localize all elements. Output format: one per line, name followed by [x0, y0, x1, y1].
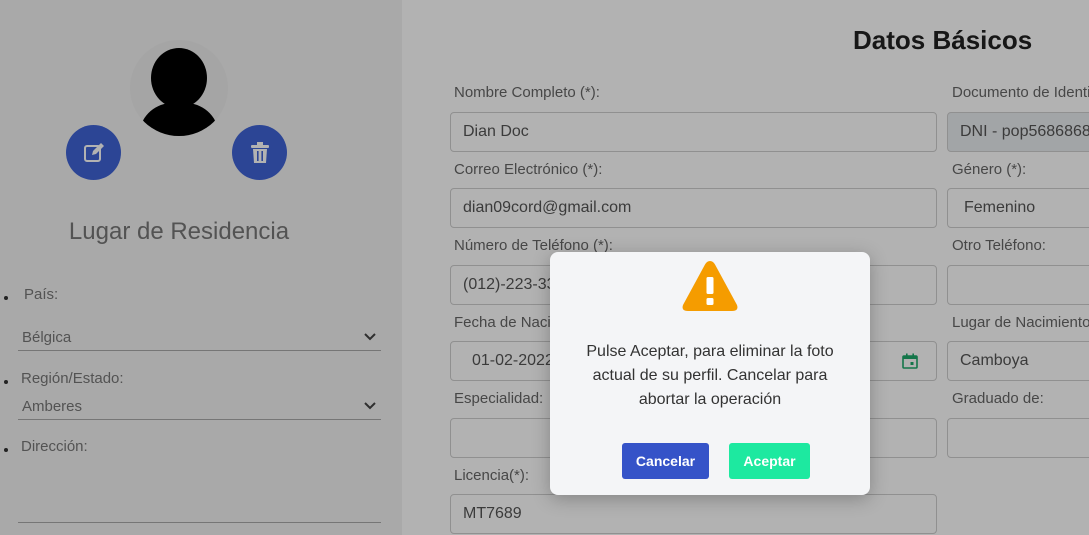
- confirm-delete-dialog: Pulse Aceptar, para eliminar la foto act…: [550, 252, 870, 495]
- modal-backdrop: [0, 0, 1089, 535]
- cancel-button[interactable]: Cancelar: [622, 443, 709, 479]
- warning-icon: [682, 261, 738, 311]
- accept-button[interactable]: Aceptar: [729, 443, 810, 479]
- dialog-message: Pulse Aceptar, para eliminar la foto act…: [586, 343, 834, 408]
